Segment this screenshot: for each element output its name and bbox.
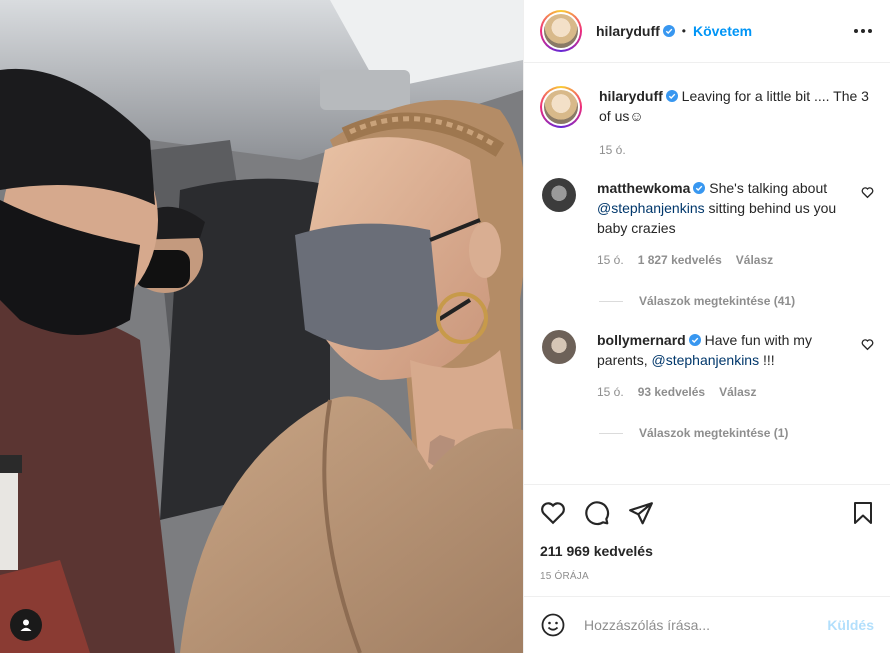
- reply-button[interactable]: Válasz: [736, 250, 773, 270]
- heart-icon: [541, 502, 565, 525]
- reply-button[interactable]: Válasz: [719, 382, 756, 402]
- comment-bubble-icon: [585, 501, 610, 526]
- replies-divider: [599, 300, 623, 302]
- comment-username[interactable]: bollymernard: [597, 332, 686, 348]
- verified-badge-icon: [693, 182, 706, 194]
- caption-time: 15 ó.: [599, 143, 626, 157]
- comment-username[interactable]: matthewkoma: [597, 180, 690, 196]
- comment-likes[interactable]: 1 827 kedvelés: [638, 250, 722, 270]
- comment-text: bollymernard Have fun with my parents, @…: [597, 330, 853, 370]
- author-avatar[interactable]: [540, 10, 582, 52]
- view-replies-label: Válaszok megtekintése (41): [639, 294, 796, 308]
- post-side-panel: hilaryduff • Követem hilaryduff Leaving …: [523, 0, 890, 653]
- caption-author-avatar[interactable]: [540, 86, 582, 128]
- verified-badge-icon: [662, 25, 675, 37]
- comment-button[interactable]: [584, 500, 610, 526]
- smiley-icon: [541, 613, 565, 637]
- post-comment-button[interactable]: Küldés: [827, 617, 874, 633]
- commenter-avatar[interactable]: [542, 178, 576, 212]
- save-button[interactable]: [850, 500, 876, 526]
- replies-divider: [599, 432, 623, 434]
- like-button[interactable]: [540, 500, 566, 526]
- like-comment-heart-icon[interactable]: [861, 186, 874, 199]
- comment-body-start: She's talking about: [709, 180, 828, 196]
- more-options-button[interactable]: [852, 20, 874, 42]
- verified-badge-icon: [665, 90, 678, 102]
- follow-button[interactable]: Követem: [693, 23, 752, 39]
- mention-link[interactable]: @stephanjenkins: [651, 352, 759, 368]
- commenter-avatar[interactable]: [542, 330, 576, 364]
- instagram-post: hilaryduff • Követem hilaryduff Leaving …: [0, 0, 890, 653]
- airplane-selfie-image: [0, 0, 523, 653]
- caption-username[interactable]: hilaryduff: [599, 88, 663, 104]
- post-date[interactable]: 15 ÓRÁJA: [540, 571, 874, 582]
- comment-item: matthewkoma She's talking about @stephan…: [540, 178, 874, 270]
- post-header: hilaryduff • Követem: [524, 0, 890, 63]
- comment-time: 15 ó.: [597, 385, 624, 399]
- like-comment-heart-icon[interactable]: [861, 338, 874, 351]
- view-replies-label: Válaszok megtekintése (1): [639, 426, 789, 440]
- post-actions: 211 969 kedvelés 15 ÓRÁJA: [524, 484, 890, 596]
- more-icon: [854, 29, 872, 33]
- view-replies-button[interactable]: Válaszok megtekintése (1): [599, 426, 874, 440]
- comments-list[interactable]: hilaryduff Leaving for a little bit ....…: [524, 63, 890, 484]
- view-replies-button[interactable]: Válaszok megtekintése (41): [599, 294, 874, 308]
- likes-count[interactable]: 211 969 kedvelés: [540, 543, 874, 559]
- paper-plane-icon: [629, 502, 653, 525]
- add-comment-bar: Küldés: [524, 596, 890, 653]
- user-icon: [20, 619, 32, 631]
- header-separator: •: [681, 24, 686, 38]
- comment-item: bollymernard Have fun with my parents, @…: [540, 330, 874, 402]
- comment-text: matthewkoma She's talking about @stephan…: [597, 178, 853, 238]
- tagged-users-button[interactable]: [10, 609, 42, 641]
- emoji-button[interactable]: [540, 612, 566, 638]
- caption-text: hilaryduff Leaving for a little bit ....…: [599, 86, 869, 126]
- share-button[interactable]: [628, 500, 654, 526]
- verified-badge-icon: [688, 334, 701, 346]
- author-username[interactable]: hilaryduff: [596, 23, 660, 39]
- caption: hilaryduff Leaving for a little bit ....…: [540, 86, 874, 160]
- comment-input[interactable]: [584, 617, 828, 633]
- comment-time: 15 ó.: [597, 253, 624, 267]
- post-photo[interactable]: [0, 0, 523, 653]
- comment-likes[interactable]: 93 kedvelés: [638, 382, 705, 402]
- bookmark-icon: [854, 502, 872, 524]
- comment-body-end: !!!: [759, 352, 775, 368]
- mention-link[interactable]: @stephanjenkins: [597, 200, 705, 216]
